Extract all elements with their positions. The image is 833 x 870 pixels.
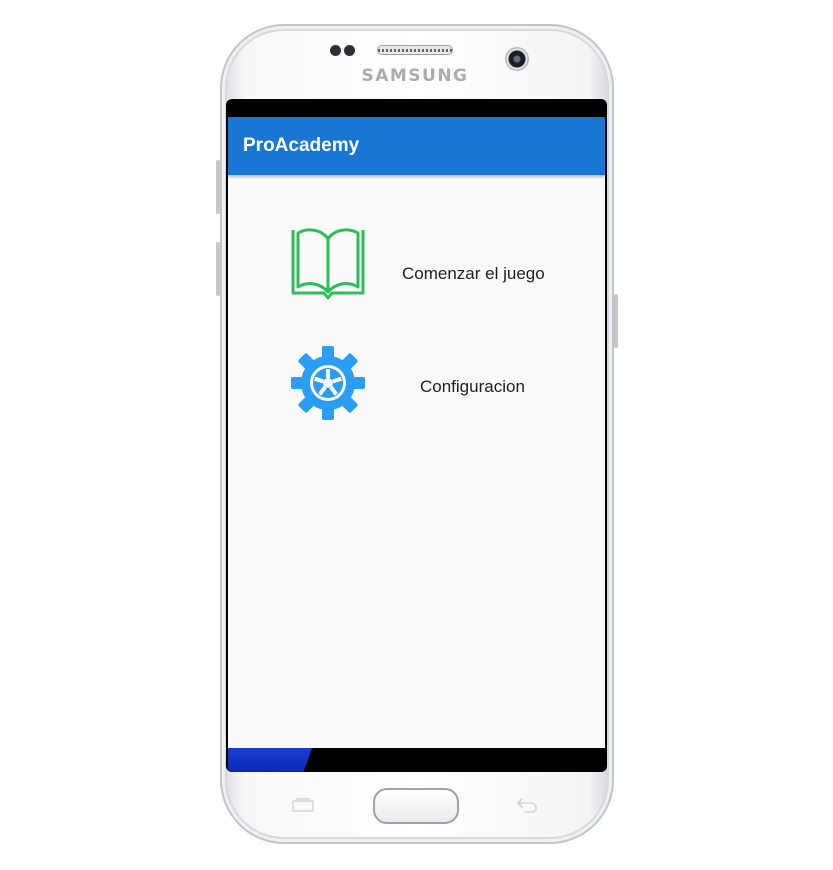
sensor-dot — [330, 45, 341, 56]
volume-down-button[interactable] — [216, 242, 220, 296]
screen-bottom-strip — [228, 748, 605, 772]
recent-apps-icon[interactable] — [292, 798, 314, 812]
menu-item-label: Configuracion — [420, 377, 525, 396]
power-button[interactable] — [614, 294, 618, 348]
app-title: ProAcademy — [243, 135, 360, 156]
sensors — [330, 45, 355, 56]
gear-icon — [290, 345, 366, 426]
menu-item-label: Comenzar el juego — [402, 264, 545, 283]
earpiece-speaker — [377, 45, 453, 55]
volume-up-button[interactable] — [216, 160, 220, 214]
app-screen: ProAcademy Comenzar el juego Configuraci… — [228, 117, 605, 748]
app-bar: ProAcademy — [228, 117, 605, 175]
stage: SAMSUNG ProAcademy Comenzar el juego Con… — [0, 0, 833, 870]
back-icon[interactable] — [516, 796, 538, 814]
menu-item-start-game[interactable]: Comenzar el juego — [228, 217, 605, 317]
front-camera — [505, 47, 529, 71]
home-button[interactable] — [373, 788, 459, 824]
menu-item-settings[interactable]: Configuracion — [228, 337, 605, 437]
sensor-dot — [344, 45, 355, 56]
progress-accent — [228, 748, 312, 772]
brand-logo: SAMSUNG — [361, 66, 469, 86]
book-icon — [290, 225, 366, 306]
